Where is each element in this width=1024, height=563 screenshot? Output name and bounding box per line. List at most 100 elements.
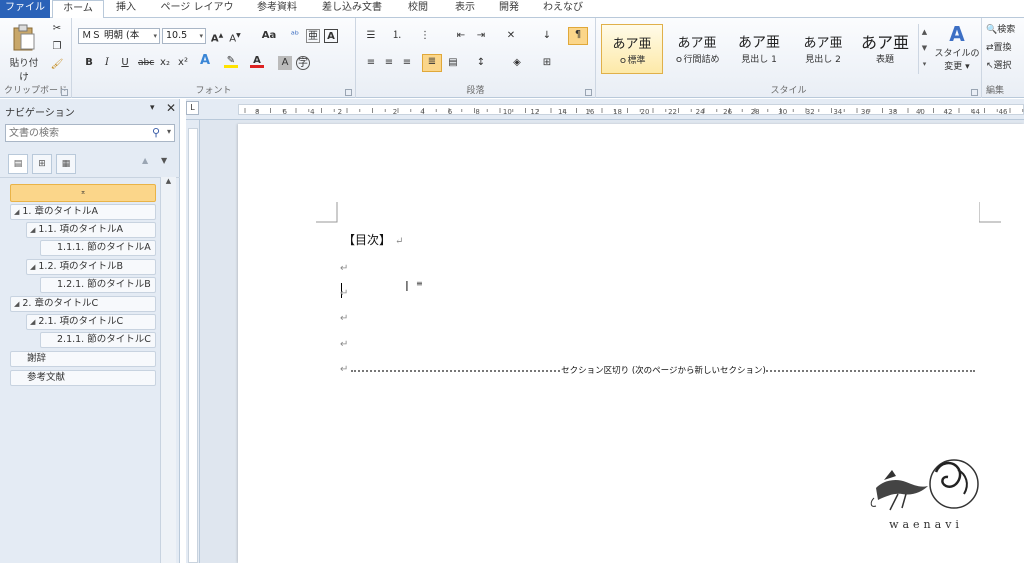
nav-heading-item[interactable]: ◢ 1.1. 項のタイトルA — [26, 222, 156, 238]
clipboard-launcher-icon[interactable] — [61, 89, 68, 96]
distributed-icon[interactable]: ▤ — [446, 56, 460, 70]
nav-heading-item[interactable]: 謝辞 — [10, 351, 156, 367]
paste-button[interactable]: 貼り付け — [6, 22, 42, 83]
chevron-down-icon[interactable]: ▾ — [167, 127, 171, 136]
nav-heading-item[interactable]: 2.1.1. 節のタイトルC — [40, 332, 156, 348]
tab-developer[interactable]: 開発 — [492, 0, 526, 18]
toc-heading[interactable]: 【目次】 ↵ — [343, 231, 403, 248]
replace-icon: ⇄ — [986, 43, 994, 53]
vertical-ruler-scale[interactable] — [188, 128, 198, 563]
borders-icon[interactable]: ⊞ — [540, 56, 554, 70]
ruler-number: 2 — [338, 108, 342, 116]
nav-heading-item[interactable]: 1.2.1. 節のタイトルB — [40, 277, 156, 293]
font-size-combo[interactable]: 10.5 ▾ — [162, 28, 206, 44]
paragraph-launcher-icon[interactable] — [585, 89, 592, 96]
tab-view[interactable]: 表示 — [448, 0, 482, 18]
nav-pane-menu-icon[interactable]: ▾ — [150, 103, 155, 113]
char-border-icon[interactable]: A — [324, 29, 338, 43]
italic-icon[interactable]: I — [100, 56, 114, 70]
ruler-number: 18 — [613, 108, 622, 116]
sort-icon[interactable]: ↓ — [540, 29, 554, 43]
replace-button[interactable]: ⇄置換 — [986, 40, 1012, 53]
decrease-indent-icon[interactable]: ⇤ — [454, 29, 468, 43]
justify-icon[interactable]: ≣ — [422, 54, 442, 72]
nav-next-icon[interactable]: ▼ — [161, 156, 167, 165]
highlight-icon[interactable]: ✎ — [224, 54, 238, 68]
collapse-icon: ⌅ — [80, 188, 86, 196]
nav-search-input[interactable] — [9, 125, 139, 141]
cut-icon[interactable]: ✂ — [50, 22, 64, 36]
text-effects-icon[interactable]: A — [198, 54, 212, 68]
show-marks-icon[interactable]: ¶ — [568, 27, 588, 45]
tab-selector[interactable]: L — [186, 101, 199, 115]
tab-pages[interactable]: ⊞ — [32, 154, 52, 174]
superscript-icon[interactable]: x² — [176, 56, 190, 70]
change-case-button[interactable]: Aa — [258, 29, 280, 43]
align-center-icon[interactable]: ≡ — [382, 56, 396, 70]
nav-heading-label: 2. 章のタイトルC — [22, 298, 99, 309]
change-styles-button[interactable]: A スタイルの 変更 ▾ — [934, 22, 980, 78]
tab-review[interactable]: 校閲 — [398, 0, 438, 18]
tab-home[interactable]: ホーム — [52, 0, 104, 19]
format-painter-icon[interactable]: 🖌 — [50, 58, 64, 72]
copy-icon[interactable]: ❐ — [50, 40, 64, 54]
style-no-spacing[interactable]: あア亜 ｏ行間詰め — [666, 24, 728, 74]
bold-icon[interactable]: B — [82, 56, 96, 70]
styles-launcher-icon[interactable] — [971, 89, 978, 96]
multilevel-list-icon[interactable]: ⋮ — [418, 29, 432, 43]
nav-heading-item[interactable]: ◢ 2. 章のタイトルC — [10, 296, 156, 312]
ribbon: 貼り付け ✂ ❐ 🖌 クリップボード ＭＳ 明朝 (本 ▾ 10.5 ▾ A▲ A▼… — [0, 18, 1024, 98]
font-name-combo[interactable]: ＭＳ 明朝 (本 ▾ — [78, 28, 160, 44]
section-break[interactable]: セクション区切り (次のページから新しいセクション) — [351, 364, 975, 376]
tab-headings[interactable]: ▤ — [8, 154, 28, 174]
style-gallery-scroll[interactable]: ▲ ▼ ▾ — [918, 24, 930, 74]
grow-font-icon[interactable]: A▲ — [210, 29, 224, 44]
ruler-number: 12 — [530, 108, 539, 116]
shrink-font-icon[interactable]: A▼ — [228, 29, 242, 44]
numbering-icon[interactable]: ⒈ — [390, 29, 404, 43]
increase-indent-icon[interactable]: ⇥ — [474, 29, 488, 43]
clear-format-icon[interactable]: ᵃᵇ — [288, 29, 302, 43]
strikethrough-icon[interactable]: abc — [138, 56, 154, 70]
style-title[interactable]: あア亜 表題 — [854, 24, 916, 74]
line-spacing-icon[interactable]: ↕ — [474, 56, 488, 70]
underline-icon[interactable]: U — [118, 56, 132, 70]
phonetic-guide-icon[interactable]: 亜 — [306, 29, 320, 43]
nav-heading-item[interactable]: ◢ 1.2. 項のタイトルB — [26, 259, 156, 275]
tab-file[interactable]: ファイル — [0, 0, 50, 18]
nav-scrollbar[interactable]: ▲ — [160, 177, 176, 563]
tab-waenavi[interactable]: わえなび — [536, 0, 590, 18]
style-heading-2[interactable]: あア亜 見出し 2 — [792, 24, 854, 74]
select-button[interactable]: ↖選択 — [986, 58, 1012, 71]
shading-icon[interactable]: ◈ — [510, 56, 524, 70]
enclose-char-icon[interactable]: 字 — [296, 56, 310, 70]
tab-insert[interactable]: 挿入 — [108, 0, 144, 18]
nav-heading-item[interactable]: 参考文献 — [10, 370, 156, 386]
horizontal-ruler-scale[interactable]: 8 6 4 2 2 4 6 8 10 12 14 16 18 20 22 24 26 28 30 32 34 36 38 40… — [238, 104, 1024, 116]
nav-heading-current[interactable]: ⌅ — [10, 184, 156, 202]
style-heading-1[interactable]: あア亜 見出し 1 — [728, 24, 790, 74]
font-launcher-icon[interactable] — [345, 89, 352, 96]
align-left-icon[interactable]: ≡ — [364, 56, 378, 70]
tab-page-layout[interactable]: ページ レイアウト — [156, 0, 238, 29]
find-button[interactable]: 🔍検索 — [986, 22, 1015, 35]
search-icon[interactable]: ⚲ — [152, 126, 160, 139]
style-normal[interactable]: あア亜 ｏ標準 — [601, 24, 663, 74]
asian-layout-icon[interactable]: ✕ — [504, 29, 518, 43]
style-sample: あア亜 — [677, 36, 717, 51]
tab-results[interactable]: ▦ — [56, 154, 76, 174]
tab-mailings[interactable]: 差し込み文書 — [316, 0, 388, 18]
tab-references[interactable]: 参考資料 — [248, 0, 306, 18]
scroll-up-icon[interactable]: ▲ — [161, 177, 176, 185]
font-color-icon[interactable]: A — [250, 54, 264, 68]
nav-search-box: ⚲ ▾ — [5, 124, 175, 142]
close-icon[interactable]: ✕ — [166, 101, 176, 115]
align-right-icon[interactable]: ≡ — [400, 56, 414, 70]
char-shading-icon[interactable]: A — [278, 56, 292, 70]
nav-heading-item[interactable]: ◢ 1. 章のタイトルA — [10, 204, 156, 220]
nav-previous-icon[interactable]: ▲ — [142, 156, 148, 165]
nav-heading-item[interactable]: 1.1.1. 節のタイトルA — [40, 240, 156, 256]
bullets-icon[interactable]: ☰ — [364, 29, 378, 43]
subscript-icon[interactable]: x₂ — [158, 56, 172, 70]
nav-heading-item[interactable]: ◢ 2.1. 項のタイトルC — [26, 314, 156, 330]
